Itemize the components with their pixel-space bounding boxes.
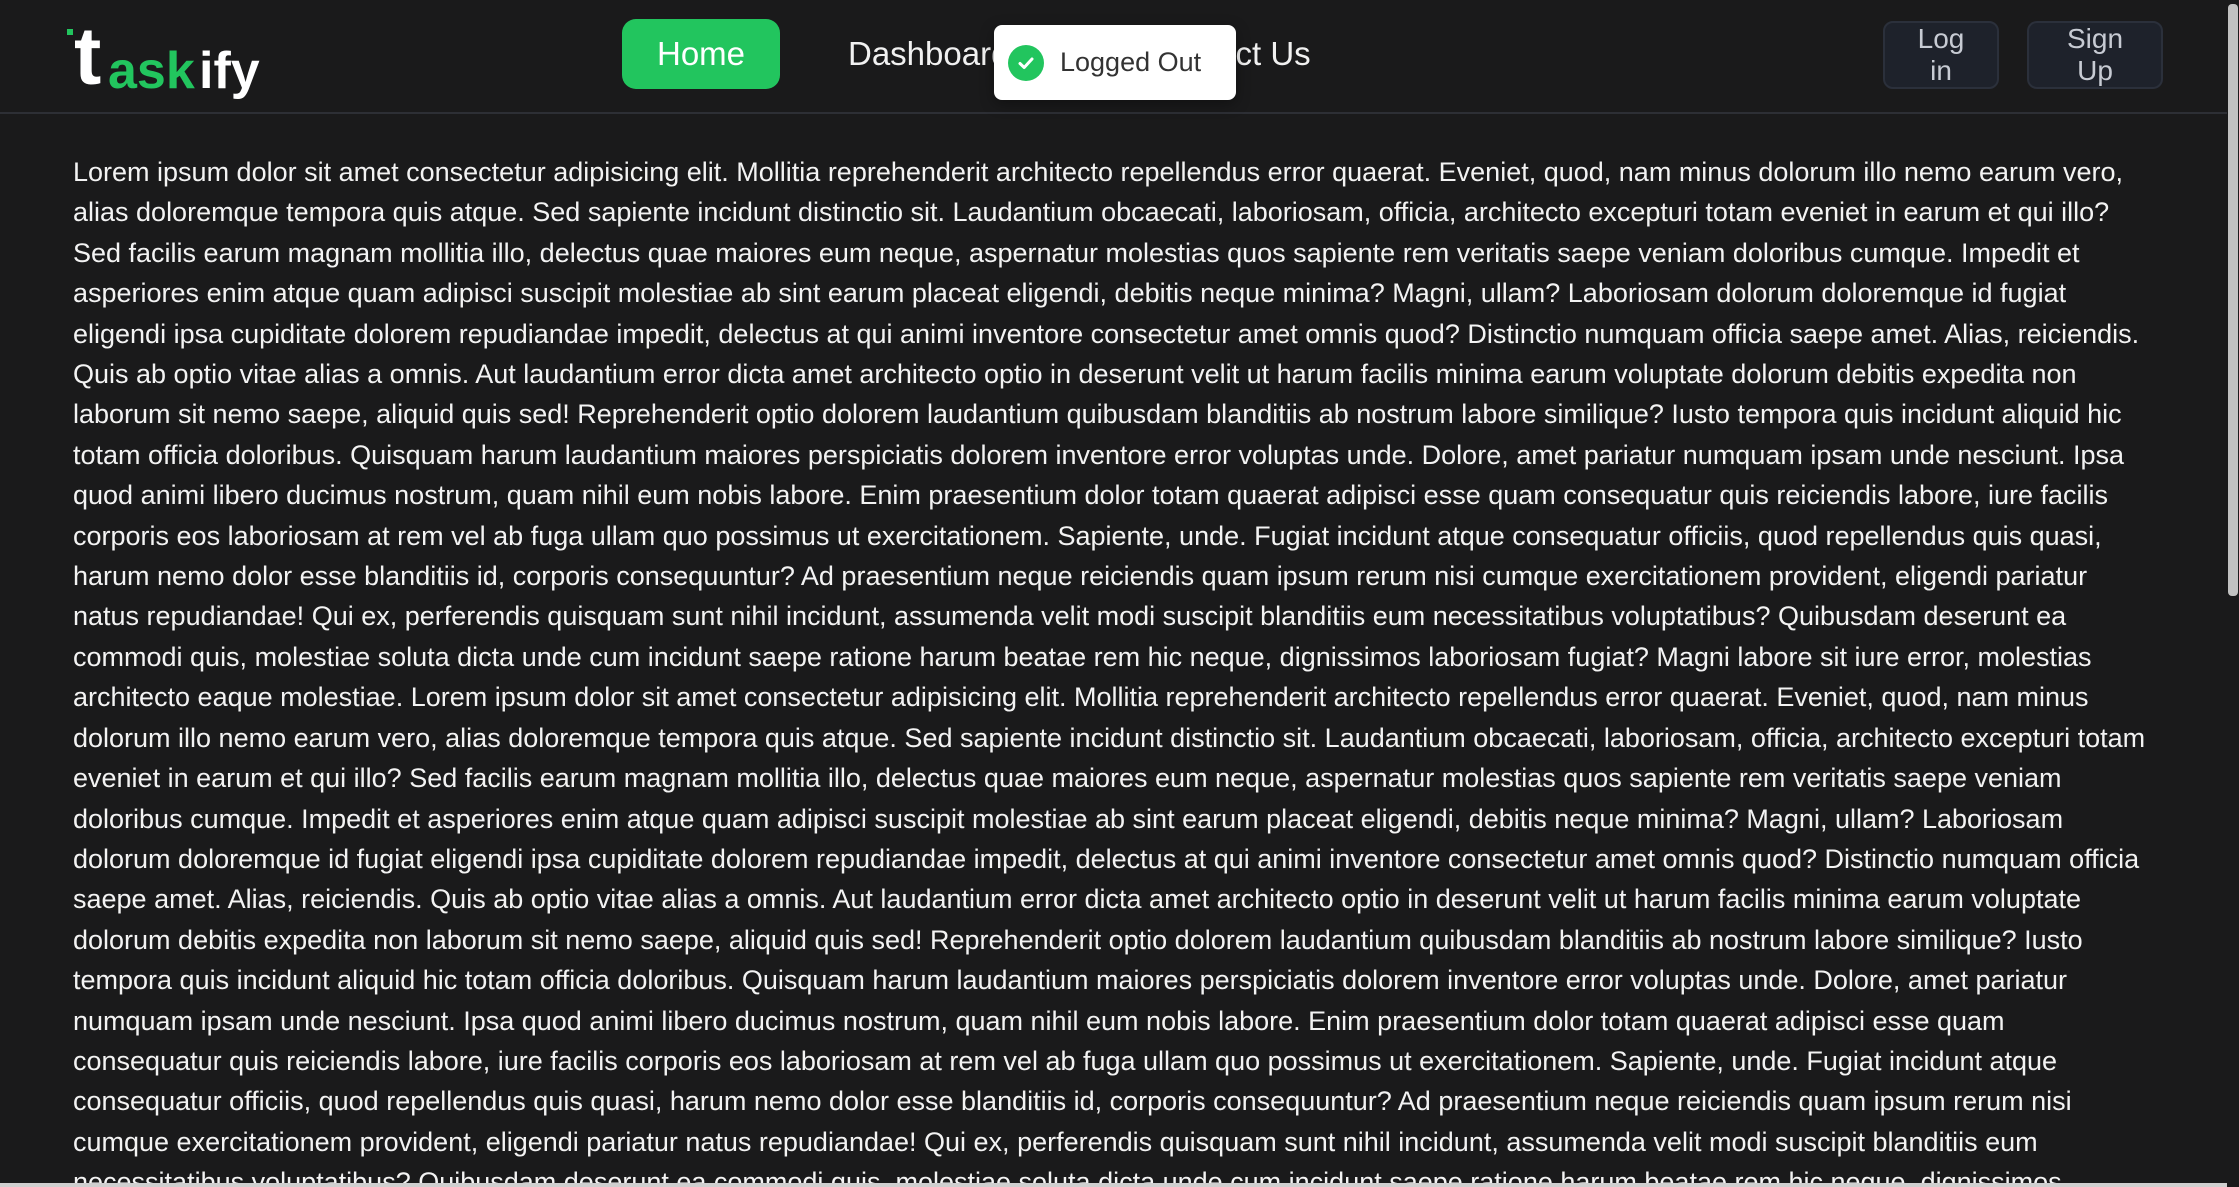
nav-home[interactable]: Home <box>622 19 780 89</box>
lorem-paragraph: Lorem ipsum dolor sit amet consectetur a… <box>73 157 2146 1187</box>
login-button[interactable]: Log in <box>1883 21 1999 89</box>
logo-graphic: t ask ify <box>67 11 260 102</box>
logout-toast[interactable]: Logged Out <box>994 25 1236 100</box>
svg-text:t: t <box>74 12 101 102</box>
svg-text:ask: ask <box>108 42 195 100</box>
main-content: Lorem ipsum dolor sit amet consectetur a… <box>73 152 2158 1187</box>
toast-message: Logged Out <box>1060 47 1202 77</box>
svg-text:ify: ify <box>199 42 260 100</box>
vertical-scrollbar[interactable] <box>2227 0 2239 1187</box>
check-circle-icon <box>1008 44 1044 81</box>
horizontal-scrollbar[interactable] <box>0 1183 2227 1187</box>
signup-button[interactable]: Sign Up <box>2027 21 2163 89</box>
app-root: t ask ify Home Dashboard Contact Us Log … <box>0 0 2239 1187</box>
auth-buttons: Log in Sign Up <box>1883 21 2163 89</box>
main-nav: Home Dashboard Contact Us <box>622 19 1345 89</box>
scrollbar-thumb[interactable] <box>2228 4 2238 596</box>
taskify-logo[interactable]: t ask ify <box>64 11 294 102</box>
